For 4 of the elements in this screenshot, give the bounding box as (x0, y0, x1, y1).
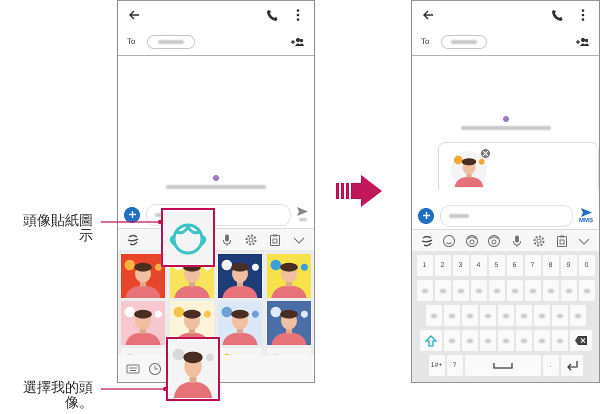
callout-label: 頭像貼紙圖示 (22, 214, 93, 244)
to-label: To (421, 37, 430, 46)
to-label: To (127, 37, 136, 46)
callout-label: 選擇我的頭像。 (22, 381, 93, 411)
